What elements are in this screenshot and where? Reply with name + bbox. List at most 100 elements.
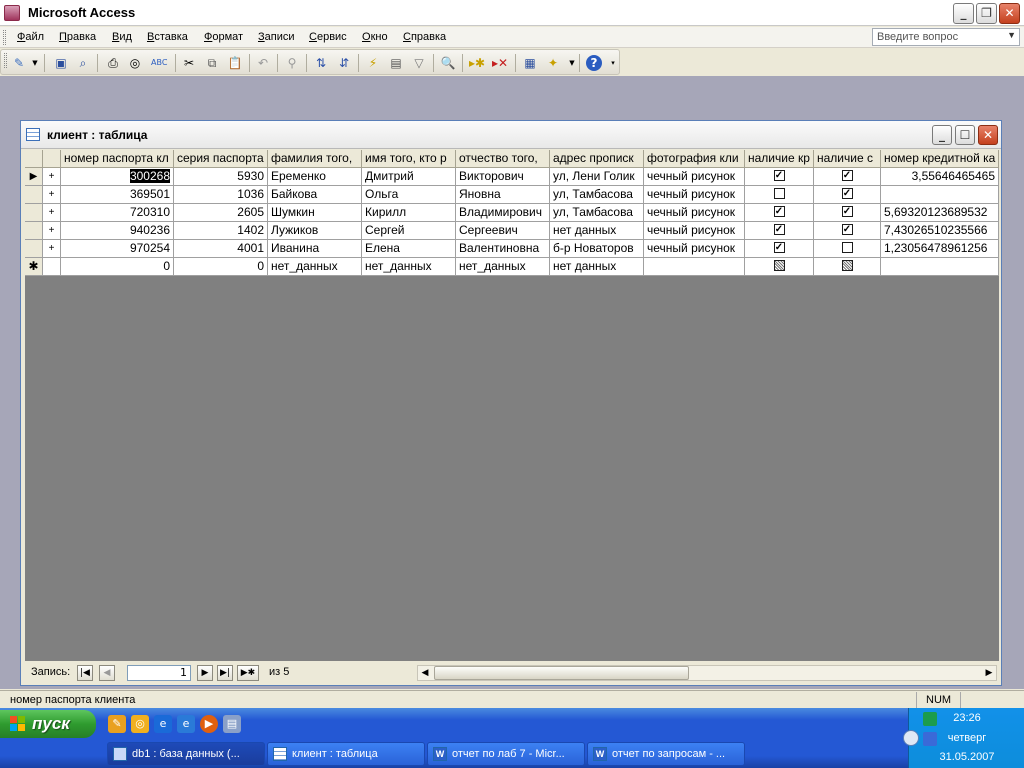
checkbox[interactable]: ✓: [841, 188, 853, 200]
record-number-input[interactable]: 1: [127, 665, 191, 681]
table-cell[interactable]: 5930: [174, 168, 268, 186]
task-word-report-queries[interactable]: W отчет по запросам - ...: [587, 742, 745, 766]
table-cell[interactable]: ул, Тамбасова: [550, 186, 644, 204]
new-record-cell[interactable]: нет данных: [550, 258, 644, 276]
checkbox-null[interactable]: [773, 260, 785, 272]
table-maximize-button[interactable]: ☐: [955, 125, 975, 145]
table-cell[interactable]: Лужиков: [268, 222, 362, 240]
new-record-cell[interactable]: нет_данных: [456, 258, 550, 276]
table-cell[interactable]: ул, Тамбасова: [550, 204, 644, 222]
column-header[interactable]: номер паспорта кл: [61, 150, 174, 168]
table-cell[interactable]: Иванина: [268, 240, 362, 258]
new-record-cell[interactable]: нет_данных: [268, 258, 362, 276]
table-cell[interactable]: Викторович: [456, 168, 550, 186]
current-record-indicator[interactable]: ▶: [25, 168, 43, 186]
first-record-button[interactable]: |◀: [77, 665, 93, 681]
table-cell[interactable]: Сергей: [362, 222, 456, 240]
table-cell[interactable]: Елена: [362, 240, 456, 258]
table-cell[interactable]: Яновна: [456, 186, 550, 204]
column-header[interactable]: номер кредитной ка: [881, 150, 999, 168]
table-cell[interactable]: 1402: [174, 222, 268, 240]
table-cell[interactable]: Валентиновна: [456, 240, 550, 258]
column-header[interactable]: фотография кли: [644, 150, 745, 168]
hyperlink-icon[interactable]: ⚲: [284, 55, 300, 71]
paste-icon[interactable]: 📋: [227, 55, 243, 71]
minimize-button[interactable]: _: [953, 3, 974, 24]
menu-view[interactable]: Вид: [112, 31, 132, 43]
checkbox[interactable]: [773, 188, 785, 200]
chevron-down-icon[interactable]: ▼: [1007, 30, 1016, 40]
checkbox[interactable]: ✓: [773, 224, 785, 236]
new-record-cell[interactable]: [644, 258, 745, 276]
table-cell[interactable]: 3,55646465465: [881, 168, 999, 186]
table-cell[interactable]: 7,43026510235566: [881, 222, 999, 240]
column-header[interactable]: имя того, кто р: [362, 150, 456, 168]
table-cell[interactable]: чечный рисунок: [644, 204, 745, 222]
undo-icon[interactable]: ↶: [255, 55, 271, 71]
quicklaunch-ie-icon[interactable]: e: [154, 715, 172, 733]
new-record-cell[interactable]: 0: [61, 258, 174, 276]
table-cell[interactable]: ✓: [814, 204, 881, 222]
table-cell[interactable]: ✓: [745, 222, 814, 240]
new-record-cell[interactable]: [745, 258, 814, 276]
view-dropdown-icon[interactable]: ▼: [27, 55, 43, 71]
new-record-indicator[interactable]: ✱: [25, 258, 43, 276]
new-record-cell[interactable]: нет_данных: [362, 258, 456, 276]
menu-records[interactable]: Записи: [258, 31, 295, 43]
task-word-report-lab7[interactable]: W отчет по лаб 7 - Micr...: [427, 742, 585, 766]
new-record-cell[interactable]: 0: [174, 258, 268, 276]
print-icon[interactable]: ⎙: [105, 55, 121, 71]
table-cell[interactable]: 300268: [61, 168, 174, 186]
save-icon[interactable]: ▣: [53, 55, 69, 71]
record-selector[interactable]: [25, 204, 43, 222]
new-record-cell[interactable]: [814, 258, 881, 276]
table-cell[interactable]: ✓: [745, 204, 814, 222]
table-cell[interactable]: 4001: [174, 240, 268, 258]
menu-tools[interactable]: Сервис: [309, 31, 347, 43]
close-button[interactable]: ✕: [999, 3, 1020, 24]
spelling-icon[interactable]: ABC: [151, 55, 167, 71]
table-cell[interactable]: нет данных: [550, 222, 644, 240]
subdatasheet-expand-icon[interactable]: +: [43, 240, 61, 258]
previous-record-button[interactable]: ◀: [99, 665, 115, 681]
column-header[interactable]: отчество того,: [456, 150, 550, 168]
menu-window[interactable]: Окно: [362, 31, 388, 43]
column-header[interactable]: наличие кр: [745, 150, 814, 168]
task-db1[interactable]: db1 : база данных (...: [107, 742, 265, 766]
table-cell[interactable]: Сергеевич: [456, 222, 550, 240]
select-all-corner[interactable]: [25, 150, 43, 168]
table-cell[interactable]: ✓: [745, 168, 814, 186]
column-header[interactable]: наличие с: [814, 150, 881, 168]
delete-record-icon[interactable]: ▸✕: [492, 55, 508, 71]
toolbar-options-icon[interactable]: ▾: [605, 55, 621, 71]
new-object-icon[interactable]: ✦: [545, 55, 561, 71]
table-cell[interactable]: ✓: [745, 240, 814, 258]
new-object-dropdown-icon[interactable]: ▼: [564, 55, 580, 71]
menu-help[interactable]: Справка: [403, 31, 446, 43]
quicklaunch-pencil-icon[interactable]: ✎: [108, 715, 126, 733]
filter-by-selection-icon[interactable]: ⚡: [365, 55, 381, 71]
search-files-icon[interactable]: ⌕: [75, 55, 91, 71]
checkbox-null[interactable]: [841, 260, 853, 272]
new-record-nav-button[interactable]: ▶✱: [237, 665, 259, 681]
view-design-icon[interactable]: ✎: [11, 55, 27, 71]
quicklaunch-desktop-icon[interactable]: ▤: [223, 715, 241, 733]
table-cell[interactable]: ул, Лени Голик: [550, 168, 644, 186]
checkbox[interactable]: [841, 242, 853, 254]
quicklaunch-outlook-icon[interactable]: ◎: [131, 715, 149, 733]
column-header[interactable]: фамилия того,: [268, 150, 362, 168]
scroll-right-arrow-icon[interactable]: ▶: [982, 666, 996, 680]
menu-edit[interactable]: Правка: [59, 31, 96, 43]
scroll-left-arrow-icon[interactable]: ◀: [418, 666, 432, 680]
filter-by-form-icon[interactable]: ▤: [388, 55, 404, 71]
table-cell[interactable]: б-р Новаторов: [550, 240, 644, 258]
last-record-button[interactable]: ▶|: [217, 665, 233, 681]
record-selector[interactable]: [25, 186, 43, 204]
subdatasheet-expand-icon[interactable]: +: [43, 186, 61, 204]
table-cell[interactable]: 1,23056478961256: [881, 240, 999, 258]
checkbox[interactable]: ✓: [841, 206, 853, 218]
horizontal-scrollbar[interactable]: ◀ ▶: [417, 665, 997, 681]
next-record-button[interactable]: ▶: [197, 665, 213, 681]
checkbox[interactable]: ✓: [773, 242, 785, 254]
table-cell[interactable]: Ольга: [362, 186, 456, 204]
